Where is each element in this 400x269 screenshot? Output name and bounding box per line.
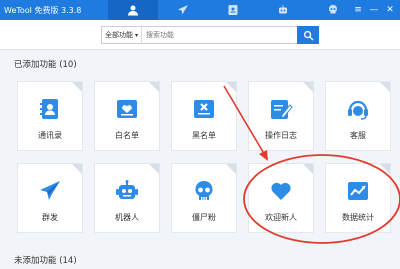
feature-label: 白名单 bbox=[115, 131, 139, 140]
feature-card-welcome-new[interactable]: 欢迎新人 bbox=[248, 163, 314, 233]
feature-card-whitelist[interactable]: 白名单 bbox=[94, 81, 160, 151]
search-box: 全部功能 ▾ bbox=[101, 26, 319, 44]
feature-label: 黑名单 bbox=[192, 131, 216, 140]
card-corner bbox=[149, 82, 159, 92]
blacklist-icon bbox=[194, 100, 214, 118]
card-corner bbox=[72, 164, 82, 174]
paper-plane-icon bbox=[178, 5, 188, 15]
feature-label: 欢迎新人 bbox=[265, 213, 297, 222]
feature-card-contacts[interactable]: 通讯录 bbox=[17, 81, 83, 151]
heart-icon bbox=[271, 182, 291, 200]
search-input[interactable] bbox=[142, 27, 318, 43]
feature-label: 机器人 bbox=[115, 213, 139, 222]
card-corner bbox=[226, 82, 236, 92]
whitelist-icon bbox=[117, 100, 137, 118]
card-corner bbox=[149, 164, 159, 174]
feature-card-robot[interactable]: 机器人 bbox=[94, 163, 160, 233]
edit-log-icon bbox=[271, 100, 293, 119]
robot-icon bbox=[279, 5, 287, 14]
address-book-icon bbox=[40, 99, 58, 119]
window-controls: ≡ — ✕ bbox=[352, 0, 396, 20]
person-icon bbox=[128, 5, 138, 16]
feature-card-broadcast[interactable]: 群发 bbox=[17, 163, 83, 233]
chevron-down-icon: ▾ bbox=[135, 31, 139, 39]
skull-icon bbox=[195, 181, 213, 200]
search-icon bbox=[303, 30, 313, 40]
card-corner bbox=[226, 164, 236, 174]
minimize-button[interactable]: — bbox=[368, 5, 380, 15]
title-bar: WeTool 免费版 3.3.8 ≡ — ✕ bbox=[0, 0, 400, 20]
feature-card-blacklist[interactable]: 黑名单 bbox=[171, 81, 237, 151]
card-corner bbox=[380, 164, 390, 174]
nav-tab-broadcast[interactable] bbox=[158, 0, 208, 20]
search-scope-select[interactable]: 全部功能 ▾ bbox=[102, 27, 143, 43]
nav-tab-profile[interactable] bbox=[208, 0, 258, 20]
card-corner bbox=[303, 82, 313, 92]
feature-label: 数据统计 bbox=[342, 213, 374, 222]
search-button[interactable] bbox=[297, 26, 319, 44]
id-card-icon bbox=[228, 5, 238, 15]
nav-tab-contacts[interactable] bbox=[108, 0, 158, 20]
feature-card-customer-service[interactable]: 客服 bbox=[325, 81, 391, 151]
feature-card-data-stats[interactable]: 数据统计 bbox=[325, 163, 391, 233]
feature-label: 通讯录 bbox=[38, 131, 62, 140]
menu-button[interactable]: ≡ bbox=[352, 5, 364, 15]
robot-icon bbox=[116, 180, 138, 199]
feature-card-zombie-fans[interactable]: 僵尸粉 bbox=[171, 163, 237, 233]
annotation-arrowhead bbox=[259, 150, 268, 161]
card-corner bbox=[380, 82, 390, 92]
feature-card-operation-log[interactable]: 操作日志 bbox=[248, 81, 314, 151]
added-section-title: 已添加功能 (10) bbox=[14, 60, 77, 70]
feature-label: 群发 bbox=[42, 213, 58, 222]
nav-tab-robot[interactable] bbox=[258, 0, 308, 20]
nav-tab-skull[interactable] bbox=[308, 0, 358, 20]
app-title: WeTool 免费版 3.3.8 bbox=[4, 5, 82, 15]
headset-icon bbox=[348, 100, 368, 120]
chart-icon bbox=[348, 182, 368, 200]
search-scope-label: 全部功能 bbox=[105, 31, 133, 39]
not-added-section-title: 未添加功能 (14) bbox=[14, 256, 77, 266]
main-nav bbox=[108, 0, 358, 20]
feature-label: 客服 bbox=[350, 131, 366, 140]
card-corner bbox=[72, 82, 82, 92]
feature-label: 僵尸粉 bbox=[192, 213, 216, 222]
feature-label: 操作日志 bbox=[265, 131, 297, 140]
close-button[interactable]: ✕ bbox=[384, 5, 396, 15]
search-bar: 全部功能 ▾ bbox=[0, 20, 400, 50]
paper-plane-icon bbox=[40, 181, 60, 200]
card-corner bbox=[303, 164, 313, 174]
skull-icon bbox=[329, 5, 337, 14]
